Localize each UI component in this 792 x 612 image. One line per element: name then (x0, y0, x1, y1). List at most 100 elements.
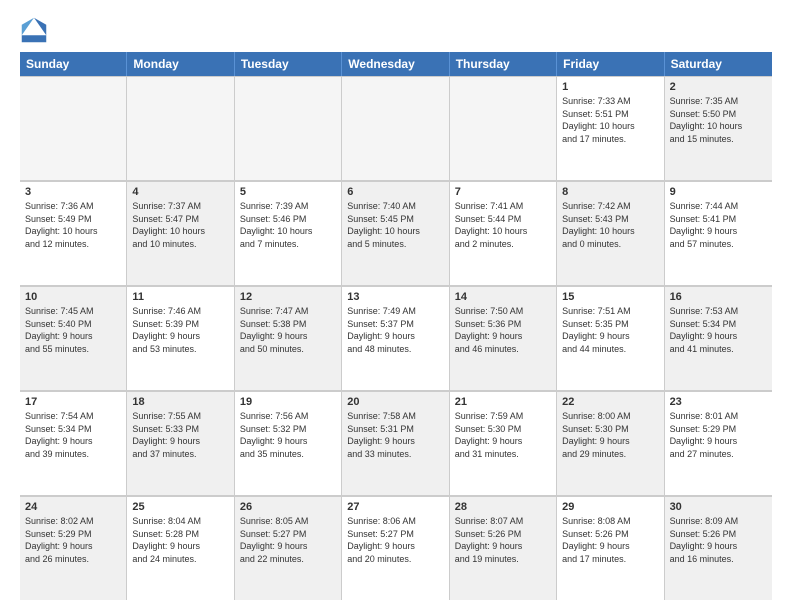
day-number: 18 (132, 396, 228, 408)
cal-cell: 22 Sunrise: 8:00 AM Sunset: 5:30 PM Dayli… (557, 391, 664, 495)
day-info: Sunrise: 8:02 AM Sunset: 5:29 PM Dayligh… (25, 515, 121, 565)
day-number: 16 (670, 291, 767, 303)
cal-cell (235, 76, 342, 180)
page: SundayMondayTuesdayWednesdayThursdayFrid… (0, 0, 792, 612)
day-info: Sunrise: 7:53 AM Sunset: 5:34 PM Dayligh… (670, 305, 767, 355)
day-info: Sunrise: 7:49 AM Sunset: 5:37 PM Dayligh… (347, 305, 443, 355)
header (20, 16, 772, 44)
day-number: 22 (562, 396, 658, 408)
cal-cell: 3Sunrise: 7:36 AM Sunset: 5:49 PM Daylig… (20, 181, 127, 285)
cal-cell: 11 Sunrise: 7:46 AM Sunset: 5:39 PM Dayli… (127, 286, 234, 390)
cal-cell: 16 Sunrise: 7:53 AM Sunset: 5:34 PM Dayli… (665, 286, 772, 390)
day-number: 25 (132, 501, 228, 513)
day-number: 7 (455, 186, 551, 198)
day-number: 5 (240, 186, 336, 198)
day-info: Sunrise: 7:56 AM Sunset: 5:32 PM Dayligh… (240, 410, 336, 460)
day-number: 3 (25, 186, 121, 198)
cal-cell: 29Sunrise: 8:08 AM Sunset: 5:26 PM Dayli… (557, 496, 664, 600)
day-info: Sunrise: 8:07 AM Sunset: 5:26 PM Dayligh… (455, 515, 551, 565)
cal-cell: 27Sunrise: 8:06 AM Sunset: 5:27 PM Dayli… (342, 496, 449, 600)
cal-cell: 21Sunrise: 7:59 AM Sunset: 5:30 PM Dayli… (450, 391, 557, 495)
week-row-2: 3Sunrise: 7:36 AM Sunset: 5:49 PM Daylig… (20, 181, 772, 286)
day-number: 20 (347, 396, 443, 408)
cal-cell: 18 Sunrise: 7:55 AM Sunset: 5:33 PM Dayli… (127, 391, 234, 495)
day-number: 15 (562, 291, 658, 303)
cal-cell (127, 76, 234, 180)
cal-cell: 15 Sunrise: 7:51 AM Sunset: 5:35 PM Dayli… (557, 286, 664, 390)
day-number: 4 (132, 186, 228, 198)
cal-header-saturday: Saturday (665, 52, 772, 76)
day-info: Sunrise: 8:09 AM Sunset: 5:26 PM Dayligh… (670, 515, 767, 565)
day-number: 1 (562, 81, 658, 93)
day-info: Sunrise: 7:50 AM Sunset: 5:36 PM Dayligh… (455, 305, 551, 355)
day-info: Sunrise: 7:58 AM Sunset: 5:31 PM Dayligh… (347, 410, 443, 460)
cal-cell: 24 Sunrise: 8:02 AM Sunset: 5:29 PM Dayli… (20, 496, 127, 600)
cal-cell: 9Sunrise: 7:44 AM Sunset: 5:41 PM Daylig… (665, 181, 772, 285)
day-number: 8 (562, 186, 658, 198)
day-info: Sunrise: 7:35 AM Sunset: 5:50 PM Dayligh… (670, 95, 767, 145)
day-number: 13 (347, 291, 443, 303)
cal-cell: 23 Sunrise: 8:01 AM Sunset: 5:29 PM Dayli… (665, 391, 772, 495)
cal-cell: 10Sunrise: 7:45 AM Sunset: 5:40 PM Dayli… (20, 286, 127, 390)
cal-cell (342, 76, 449, 180)
day-number: 6 (347, 186, 443, 198)
day-info: Sunrise: 8:00 AM Sunset: 5:30 PM Dayligh… (562, 410, 658, 460)
day-number: 11 (132, 291, 228, 303)
day-info: Sunrise: 7:42 AM Sunset: 5:43 PM Dayligh… (562, 200, 658, 250)
day-info: Sunrise: 7:33 AM Sunset: 5:51 PM Dayligh… (562, 95, 658, 145)
day-number: 19 (240, 396, 336, 408)
day-info: Sunrise: 8:01 AM Sunset: 5:29 PM Dayligh… (670, 410, 767, 460)
day-info: Sunrise: 7:54 AM Sunset: 5:34 PM Dayligh… (25, 410, 121, 460)
day-info: Sunrise: 7:37 AM Sunset: 5:47 PM Dayligh… (132, 200, 228, 250)
cal-cell: 4 Sunrise: 7:37 AM Sunset: 5:47 PM Daylig… (127, 181, 234, 285)
day-info: Sunrise: 7:44 AM Sunset: 5:41 PM Dayligh… (670, 200, 767, 250)
cal-cell: 13 Sunrise: 7:49 AM Sunset: 5:37 PM Dayli… (342, 286, 449, 390)
cal-cell: 20 Sunrise: 7:58 AM Sunset: 5:31 PM Dayli… (342, 391, 449, 495)
cal-cell: 2 Sunrise: 7:35 AM Sunset: 5:50 PM Daylig… (665, 76, 772, 180)
calendar-body: 1 Sunrise: 7:33 AM Sunset: 5:51 PM Daylig… (20, 76, 772, 600)
cal-cell: 19 Sunrise: 7:56 AM Sunset: 5:32 PM Dayli… (235, 391, 342, 495)
cal-cell: 5 Sunrise: 7:39 AM Sunset: 5:46 PM Daylig… (235, 181, 342, 285)
cal-cell: 30 Sunrise: 8:09 AM Sunset: 5:26 PM Dayli… (665, 496, 772, 600)
day-number: 28 (455, 501, 551, 513)
day-info: Sunrise: 8:06 AM Sunset: 5:27 PM Dayligh… (347, 515, 443, 565)
day-number: 2 (670, 81, 767, 93)
day-info: Sunrise: 7:39 AM Sunset: 5:46 PM Dayligh… (240, 200, 336, 250)
cal-header-monday: Monday (127, 52, 234, 76)
calendar: SundayMondayTuesdayWednesdayThursdayFrid… (20, 52, 772, 600)
day-info: Sunrise: 7:40 AM Sunset: 5:45 PM Dayligh… (347, 200, 443, 250)
day-number: 26 (240, 501, 336, 513)
cal-cell: 14 Sunrise: 7:50 AM Sunset: 5:36 PM Dayli… (450, 286, 557, 390)
week-row-4: 17 Sunrise: 7:54 AM Sunset: 5:34 PM Dayli… (20, 391, 772, 496)
day-number: 30 (670, 501, 767, 513)
cal-cell: 6 Sunrise: 7:40 AM Sunset: 5:45 PM Daylig… (342, 181, 449, 285)
day-info: Sunrise: 8:05 AM Sunset: 5:27 PM Dayligh… (240, 515, 336, 565)
day-number: 24 (25, 501, 121, 513)
cal-header-tuesday: Tuesday (235, 52, 342, 76)
cal-cell: 26 Sunrise: 8:05 AM Sunset: 5:27 PM Dayli… (235, 496, 342, 600)
cal-header-sunday: Sunday (20, 52, 127, 76)
week-row-5: 24 Sunrise: 8:02 AM Sunset: 5:29 PM Dayli… (20, 496, 772, 600)
cal-header-thursday: Thursday (450, 52, 557, 76)
day-number: 17 (25, 396, 121, 408)
logo-icon (20, 16, 48, 44)
cal-cell (20, 76, 127, 180)
day-number: 23 (670, 396, 767, 408)
cal-header-friday: Friday (557, 52, 664, 76)
logo (20, 16, 52, 44)
cal-cell: 7 Sunrise: 7:41 AM Sunset: 5:44 PM Daylig… (450, 181, 557, 285)
cal-header-wednesday: Wednesday (342, 52, 449, 76)
cal-cell: 8 Sunrise: 7:42 AM Sunset: 5:43 PM Daylig… (557, 181, 664, 285)
day-info: Sunrise: 7:55 AM Sunset: 5:33 PM Dayligh… (132, 410, 228, 460)
day-info: Sunrise: 7:51 AM Sunset: 5:35 PM Dayligh… (562, 305, 658, 355)
day-info: Sunrise: 7:45 AM Sunset: 5:40 PM Dayligh… (25, 305, 121, 355)
cal-cell: 1 Sunrise: 7:33 AM Sunset: 5:51 PM Daylig… (557, 76, 664, 180)
day-info: Sunrise: 7:46 AM Sunset: 5:39 PM Dayligh… (132, 305, 228, 355)
calendar-header: SundayMondayTuesdayWednesdayThursdayFrid… (20, 52, 772, 76)
day-info: Sunrise: 7:41 AM Sunset: 5:44 PM Dayligh… (455, 200, 551, 250)
cal-cell: 12Sunrise: 7:47 AM Sunset: 5:38 PM Dayli… (235, 286, 342, 390)
cal-cell: 25Sunrise: 8:04 AM Sunset: 5:28 PM Dayli… (127, 496, 234, 600)
day-number: 14 (455, 291, 551, 303)
day-info: Sunrise: 7:59 AM Sunset: 5:30 PM Dayligh… (455, 410, 551, 460)
cal-cell (450, 76, 557, 180)
